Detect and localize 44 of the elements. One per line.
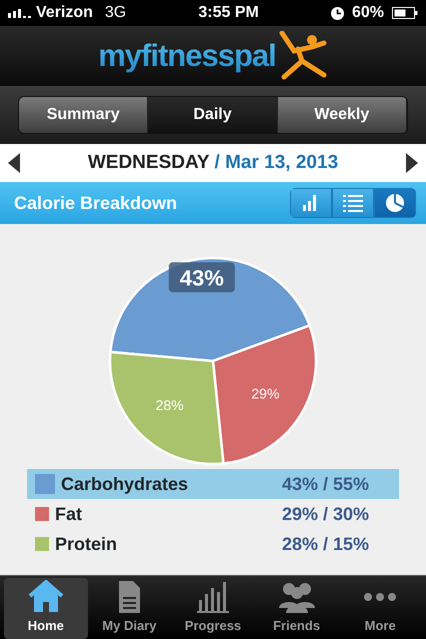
nutrient-name: Protein xyxy=(55,532,118,556)
tab[interactable]: Weekly xyxy=(278,97,407,133)
network-type: 3G xyxy=(104,3,126,23)
nav-tab[interactable]: Friends xyxy=(254,578,338,638)
legend-row[interactable]: Protein 28% / 15% xyxy=(27,529,399,559)
percent-value: 43% / 55% xyxy=(282,472,369,496)
clock-icon xyxy=(330,6,344,20)
data-label: 43% xyxy=(180,265,224,290)
section-title: Calorie Breakdown xyxy=(14,192,178,214)
percent-value: 29% / 30% xyxy=(282,502,369,526)
value-label: 29% xyxy=(251,386,280,402)
view-toggle[interactable] xyxy=(290,188,332,218)
nutrient-name: Fat xyxy=(55,502,82,526)
legend-row[interactable]: Carbohydrates 43% / 55% xyxy=(27,469,399,499)
signal-icon xyxy=(8,8,32,18)
date: / Mar 13, 2013 xyxy=(214,152,338,173)
view-toggle[interactable] xyxy=(374,188,416,218)
document-icon xyxy=(116,580,142,614)
pie-chart-icon xyxy=(385,193,405,213)
pie-slice[interactable] xyxy=(212,324,318,465)
clock: 3:55 PM xyxy=(198,3,259,23)
pie-slice[interactable] xyxy=(108,350,225,466)
nav-tab[interactable]: Home xyxy=(4,578,88,638)
nutrient-name: Carbohydrates xyxy=(61,472,188,496)
tab[interactable]: Summary xyxy=(19,97,148,133)
nav-tab[interactable]: Progress xyxy=(171,578,255,638)
bar-chart-icon xyxy=(196,580,230,614)
nav-tab[interactable]: More xyxy=(338,578,422,638)
next-arrow-icon[interactable] xyxy=(406,153,418,173)
previous-arrow-icon[interactable] xyxy=(8,153,20,173)
percent-value: 28% / 15% xyxy=(282,532,369,556)
carrier-name: Verizon xyxy=(36,3,93,23)
battery-percent: 60% xyxy=(352,3,384,23)
value-label: 28% xyxy=(156,397,184,413)
value-label: 43% xyxy=(168,262,235,292)
weekday: WEDNESDAY xyxy=(88,152,210,173)
people-icon xyxy=(278,582,316,612)
nav-tab[interactable]: My Diary xyxy=(88,578,172,638)
legend-row[interactable]: Fat 29% / 30% xyxy=(27,499,399,529)
list-icon xyxy=(343,193,363,213)
more-icon xyxy=(363,592,398,602)
battery-icon xyxy=(392,7,418,19)
tab[interactable]: Daily xyxy=(148,97,278,133)
view-toggle[interactable] xyxy=(332,188,374,218)
